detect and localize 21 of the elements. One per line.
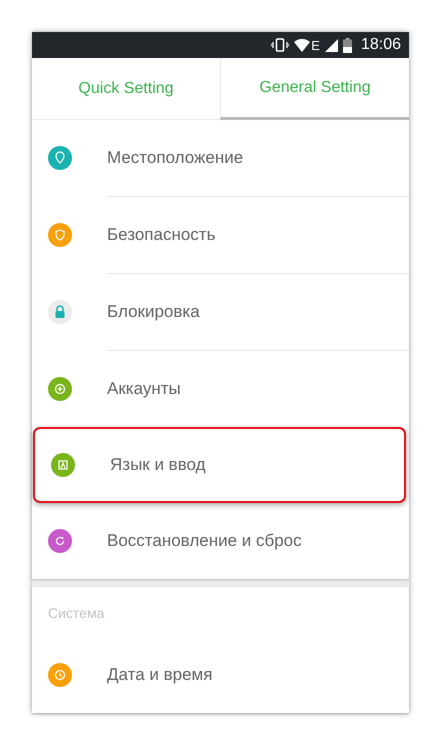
signal-icon bbox=[324, 38, 338, 52]
settings-item[interactable]: Безопасность bbox=[32, 197, 409, 273]
settings-item[interactable]: Аккаунты bbox=[32, 351, 409, 427]
highlighted-settings-item[interactable]: Язык и ввод bbox=[33, 427, 406, 503]
item-label: Язык и ввод bbox=[110, 455, 206, 475]
network-type: E bbox=[311, 38, 320, 52]
clock-time: 18:06 bbox=[360, 36, 401, 54]
settings-item[interactable]: Блокировка bbox=[32, 274, 409, 350]
wifi-icon bbox=[294, 38, 310, 52]
item-label: Дата и время bbox=[107, 665, 212, 685]
battery-icon bbox=[342, 38, 352, 52]
item-label: Безопасность bbox=[107, 225, 216, 245]
settings-item[interactable]: Местоположение bbox=[32, 120, 409, 196]
item-label: Аккаунты bbox=[107, 379, 181, 399]
item-label: Блокировка bbox=[107, 302, 200, 322]
item-label: Местоположение bbox=[107, 148, 244, 168]
settings-item[interactable]: Восстановление и сброс bbox=[32, 503, 409, 579]
item-label: Восстановление и сброс bbox=[107, 531, 302, 551]
section-title: Система bbox=[47, 604, 106, 623]
settings-item[interactable]: Дата и время bbox=[32, 637, 409, 713]
vibrate-icon bbox=[271, 38, 290, 52]
